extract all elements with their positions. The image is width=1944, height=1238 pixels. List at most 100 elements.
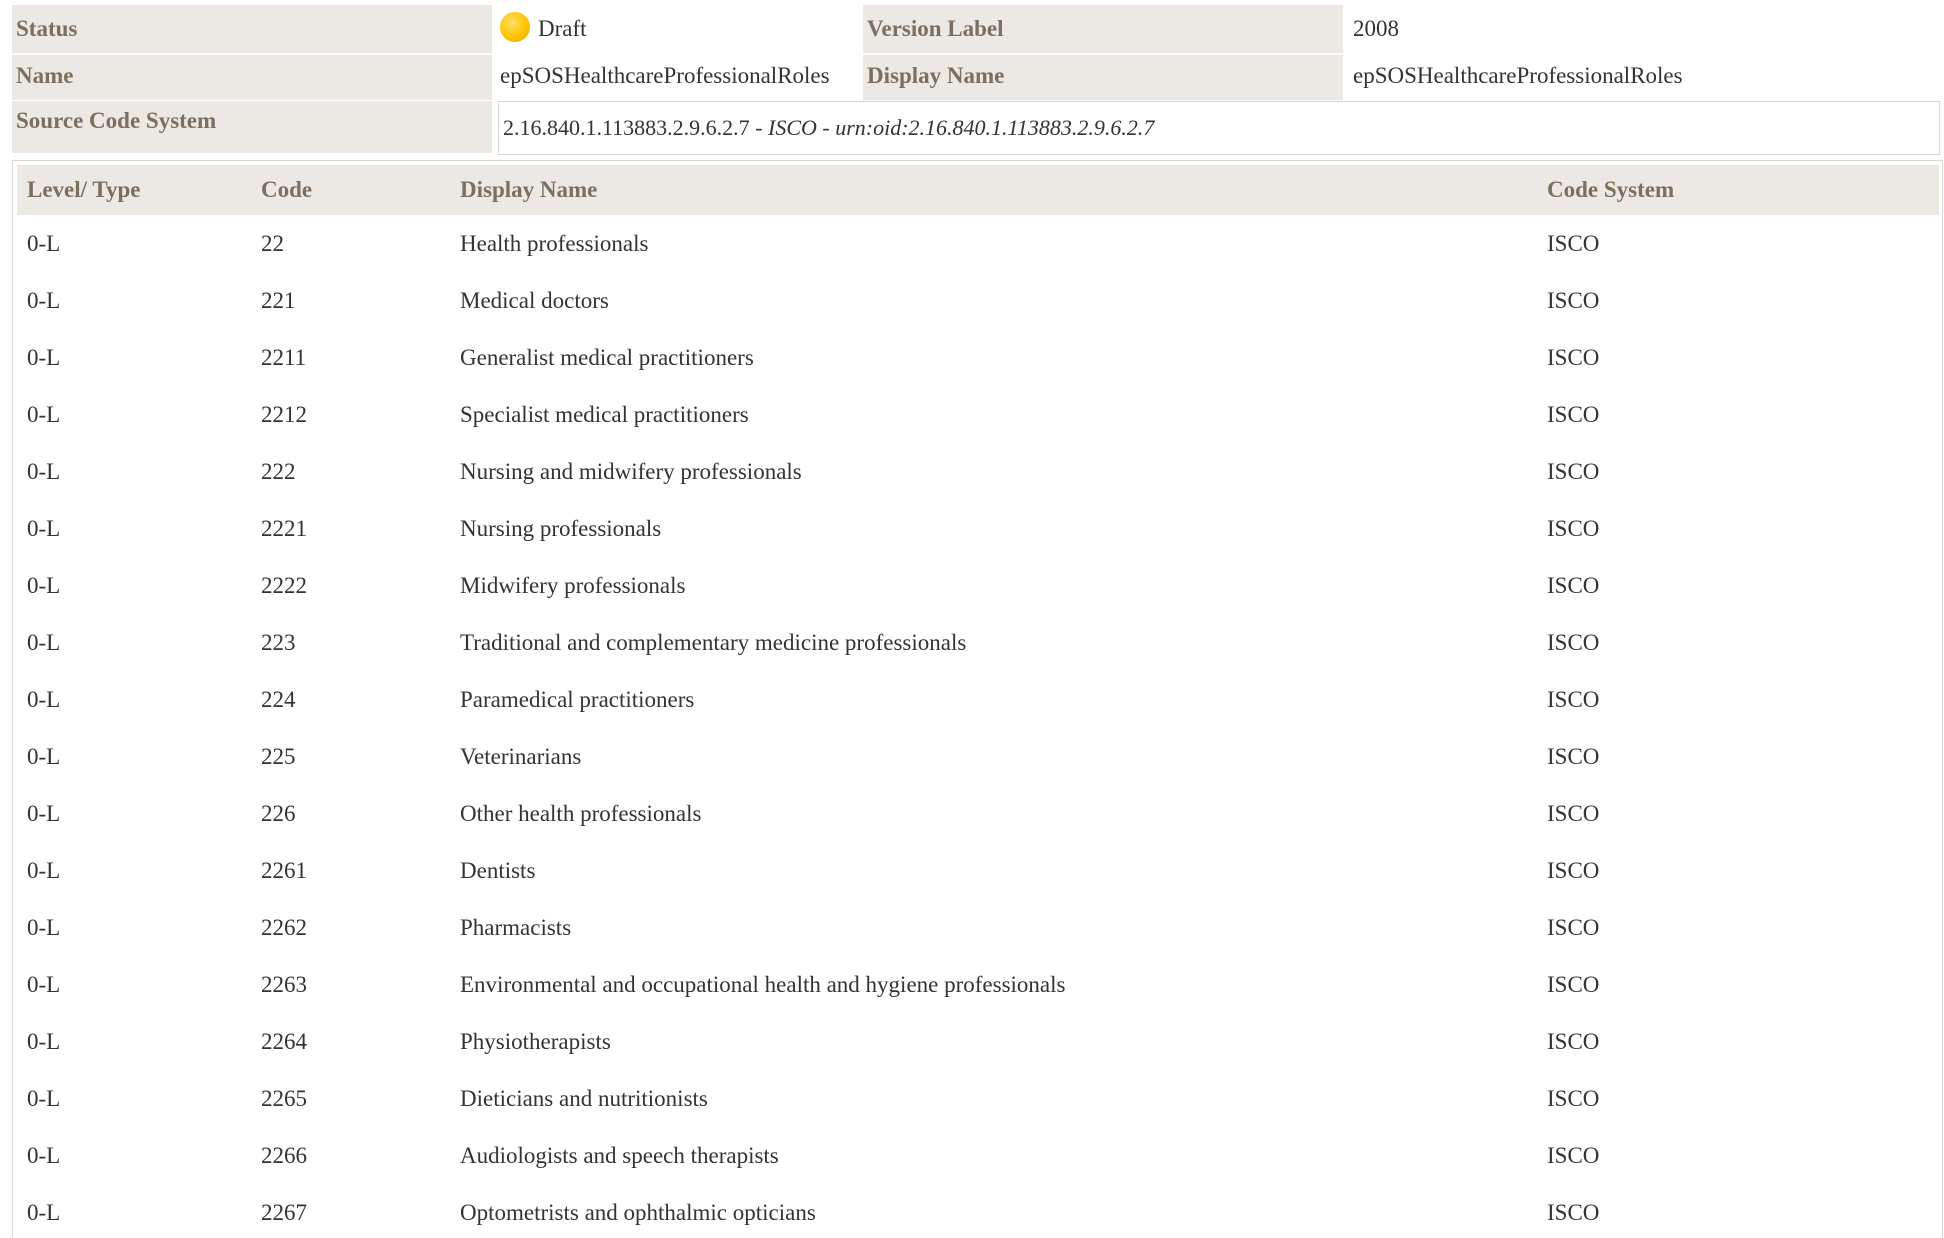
level-type-cell: 0-L <box>27 743 61 769</box>
status-label: Status <box>12 5 492 53</box>
code-cell: 2266 <box>261 1142 307 1168</box>
code-system-cell: ISCO <box>1547 515 1600 541</box>
code-system-cell: ISCO <box>1547 1199 1600 1225</box>
display-name-cell: Dieticians and nutritionists <box>460 1085 708 1111</box>
code-cell: 223 <box>261 629 296 655</box>
code-cell: 2211 <box>261 344 307 370</box>
status-draft-icon <box>500 12 530 42</box>
display-name-cell: Specialist medical practitioners <box>460 401 749 427</box>
table-row: 0-L 226 Other health professionals ISCO <box>17 785 1939 842</box>
name-row: Name epSOSHealthcareProfessionalRoles Di… <box>12 55 1944 100</box>
code-system-cell: ISCO <box>1547 686 1600 712</box>
level-type-cell: 0-L <box>27 1142 61 1168</box>
source-system-name: ISCO <box>768 115 817 140</box>
code-system-cell: ISCO <box>1547 344 1600 370</box>
code-cell: 2221 <box>261 515 307 541</box>
display-name-cell: Veterinarians <box>460 743 582 769</box>
level-type-cell: 0-L <box>27 287 61 313</box>
table-row: 0-L 2212 Specialist medical practitioners I… <box>17 386 1939 443</box>
header-level-type: Level/ Type <box>17 165 251 215</box>
level-type-cell: 0-L <box>27 629 61 655</box>
table-row: 0-L 22 Health professionals ISCO <box>17 215 1939 272</box>
source-code-system-label: Source Code System <box>12 101 492 153</box>
display-name-cell: Physiotherapists <box>460 1028 611 1054</box>
table-row: 0-L 2265 Dieticians and nutritionists ISCO <box>17 1070 1939 1127</box>
level-type-cell: 0-L <box>27 686 61 712</box>
code-system-cell: ISCO <box>1547 401 1600 427</box>
code-cell: 22 <box>261 230 284 256</box>
table-row: 0-L 2264 Physiotherapists ISCO <box>17 1013 1939 1070</box>
table-row: 0-L 2261 Dentists ISCO <box>17 842 1939 899</box>
table-row: 0-L 224 Paramedical practitioners ISCO <box>17 671 1939 728</box>
code-system-cell: ISCO <box>1547 743 1600 769</box>
table-row: 0-L 2211 Generalist medical practitioners I… <box>17 329 1939 386</box>
code-cell: 2212 <box>261 401 307 427</box>
display-name-cell: Generalist medical practitioners <box>460 344 754 370</box>
level-type-cell: 0-L <box>27 344 61 370</box>
display-name-cell: Dentists <box>460 857 536 883</box>
level-type-cell: 0-L <box>27 401 61 427</box>
level-type-cell: 0-L <box>27 1028 61 1054</box>
table-row: 0-L 225 Veterinarians ISCO <box>17 728 1939 785</box>
level-type-cell: 0-L <box>27 1085 61 1111</box>
source-urn: urn:oid:2.16.840.1.113883.2.9.6.2.7 <box>835 115 1155 140</box>
code-cell: 2265 <box>261 1085 307 1111</box>
header-display-name: Display Name <box>450 165 1537 215</box>
code-cell: 225 <box>261 743 296 769</box>
version-value: 2008 <box>1353 16 1399 41</box>
display-name-cell: Pharmacists <box>460 914 572 940</box>
concept-table: Level/ Type Code Display Name Code Syste… <box>17 165 1939 1238</box>
display-name-cell: Optometrists and ophthalmic opticians <box>460 1199 816 1225</box>
level-type-cell: 0-L <box>27 515 61 541</box>
display-name-cell: Traditional and complementary medicine p… <box>460 629 967 655</box>
display-name-cell: Nursing and midwifery professionals <box>460 458 802 484</box>
code-system-cell: ISCO <box>1547 230 1600 256</box>
source-separator-1: - <box>749 115 769 140</box>
code-system-cell: ISCO <box>1547 1085 1600 1111</box>
code-cell: 222 <box>261 458 296 484</box>
code-system-cell: ISCO <box>1547 914 1600 940</box>
code-cell: 2264 <box>261 1028 307 1054</box>
source-code-system-value: 2.16.840.1.113883.2.9.6.2.7 - ISCO - urn… <box>498 101 1940 155</box>
level-type-cell: 0-L <box>27 914 61 940</box>
source-code-system-row: Source Code System 2.16.840.1.113883.2.9… <box>12 101 1944 157</box>
code-cell: 221 <box>261 287 296 313</box>
display-name-cell: Other health professionals <box>460 800 702 826</box>
table-row: 0-L 2263 Environmental and occupational he… <box>17 956 1939 1013</box>
table-row: 0-L 2267 Optometrists and ophthalmic optic… <box>17 1184 1939 1238</box>
code-cell: 2262 <box>261 914 307 940</box>
display-name-cell: Medical doctors <box>460 287 609 313</box>
code-system-cell: ISCO <box>1547 572 1600 598</box>
code-system-cell: ISCO <box>1547 857 1600 883</box>
display-name-cell: Audiologists and speech therapists <box>460 1142 779 1168</box>
status-text: Draft <box>538 16 587 41</box>
display-name-label: Display Name <box>863 55 1343 100</box>
display-name-cell: Paramedical practitioners <box>460 686 695 712</box>
display-name-cell: Environmental and occupational health an… <box>460 971 1066 997</box>
code-cell: 226 <box>261 800 296 826</box>
level-type-cell: 0-L <box>27 458 61 484</box>
code-system-cell: ISCO <box>1547 1142 1600 1168</box>
code-system-cell: ISCO <box>1547 287 1600 313</box>
display-name-cell: Midwifery professionals <box>460 572 686 598</box>
status-value: Draft <box>494 5 858 53</box>
level-type-cell: 0-L <box>27 800 61 826</box>
version-label: Version Label <box>863 5 1343 53</box>
code-system-cell: ISCO <box>1547 629 1600 655</box>
display-name-value: epSOSHealthcareProfessionalRoles <box>1353 63 1683 88</box>
table-header-row: Level/ Type Code Display Name Code Syste… <box>17 165 1939 215</box>
table-row: 0-L 2262 Pharmacists ISCO <box>17 899 1939 956</box>
code-system-cell: ISCO <box>1547 458 1600 484</box>
table-row: 0-L 222 Nursing and midwifery professional… <box>17 443 1939 500</box>
level-type-cell: 0-L <box>27 971 61 997</box>
code-cell: 2261 <box>261 857 307 883</box>
code-system-cell: ISCO <box>1547 1028 1600 1054</box>
table-row: 0-L 223 Traditional and complementary medi… <box>17 614 1939 671</box>
level-type-cell: 0-L <box>27 230 61 256</box>
header-code: Code <box>251 165 450 215</box>
concept-list: Level/ Type Code Display Name Code Syste… <box>12 160 1943 1238</box>
table-row: 0-L 2222 Midwifery professionals ISCO <box>17 557 1939 614</box>
code-system-cell: ISCO <box>1547 971 1600 997</box>
table-row: 0-L 221 Medical doctors ISCO <box>17 272 1939 329</box>
code-cell: 2267 <box>261 1199 307 1225</box>
